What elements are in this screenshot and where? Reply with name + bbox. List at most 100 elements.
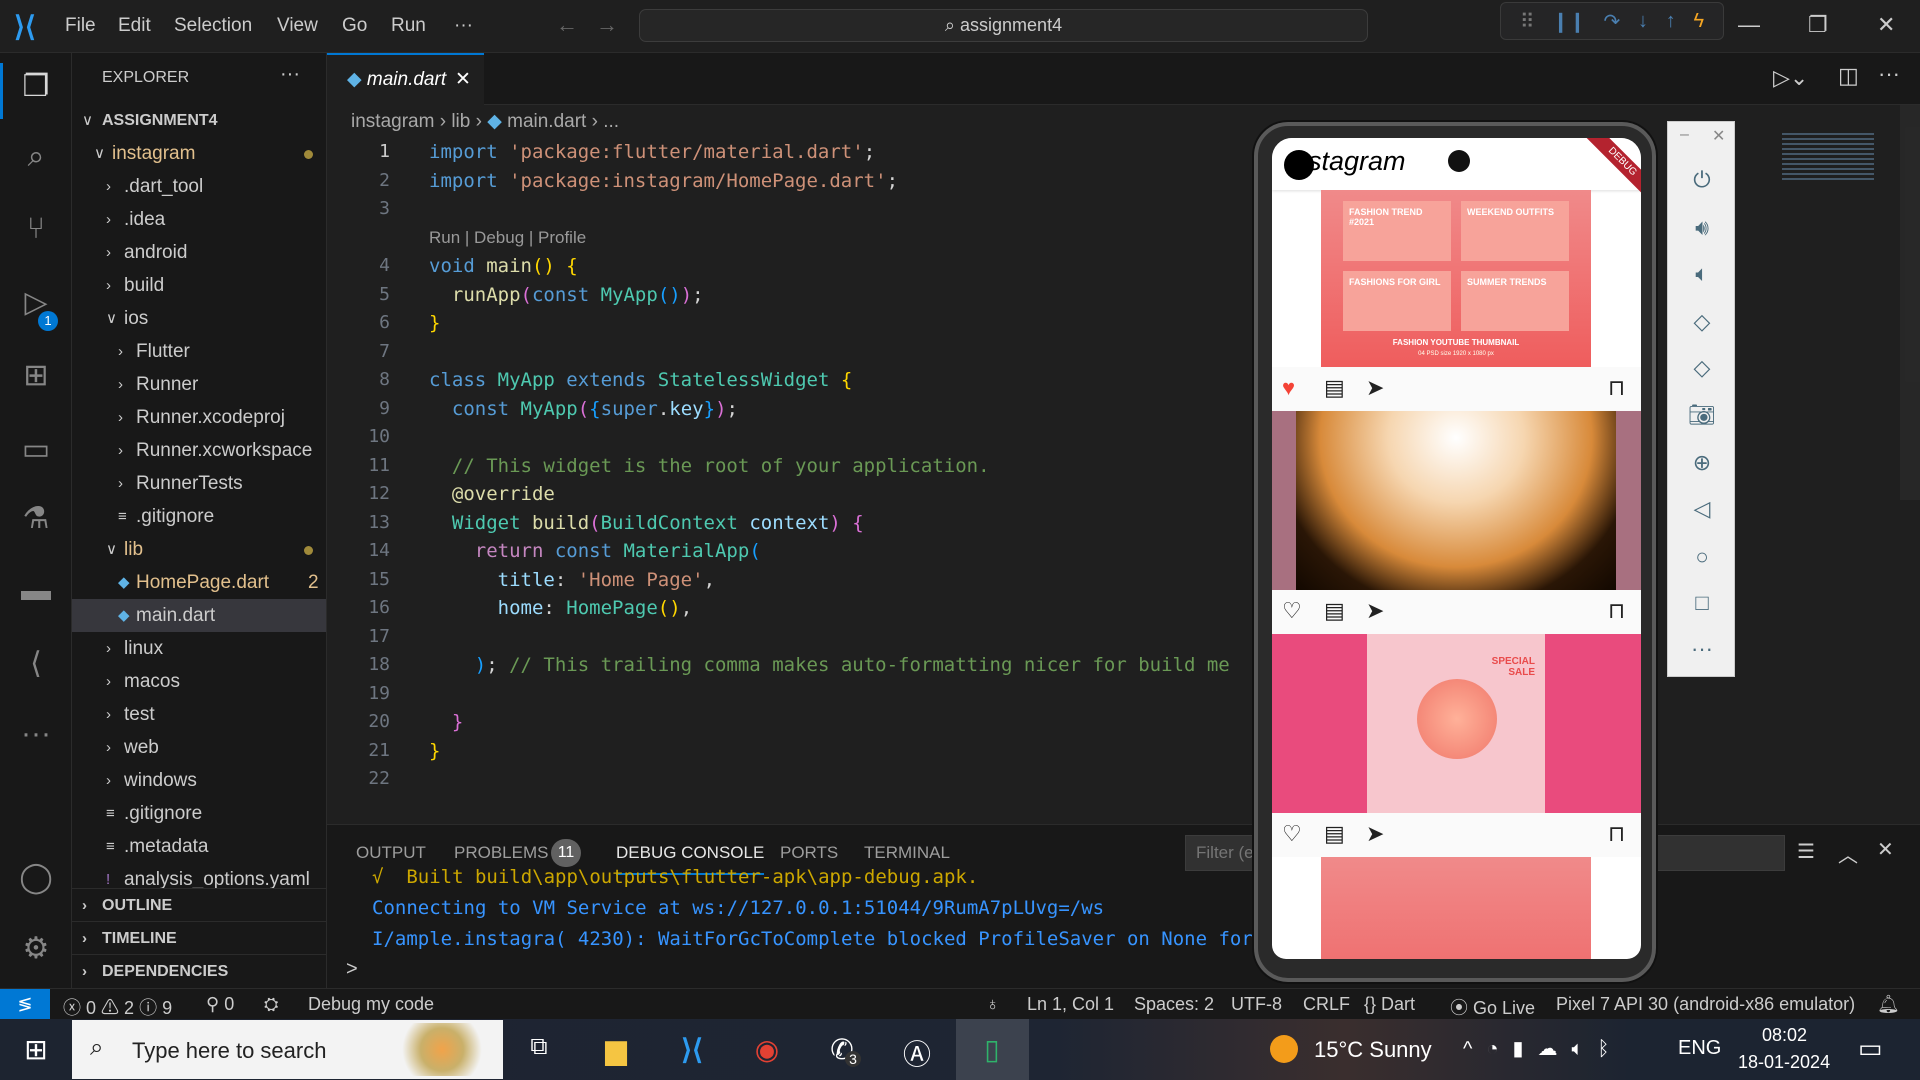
code-line[interactable]: runApp(const MyApp()); xyxy=(429,281,704,310)
post-image-fashion[interactable] xyxy=(1321,857,1591,959)
post-image-sale[interactable]: SPECIAL SALE xyxy=(1272,634,1641,813)
tree-item[interactable]: ≡ .gitignore xyxy=(72,500,326,533)
close-window-button[interactable]: ✕ xyxy=(1877,12,1895,38)
tree-item[interactable]: › windows xyxy=(72,764,326,797)
power-icon[interactable]: ⏻ xyxy=(1668,167,1736,193)
more-options-icon[interactable]: ··· xyxy=(1668,636,1736,662)
tree-item[interactable]: ◆ main.dart xyxy=(72,599,326,632)
editor-scrollbar[interactable] xyxy=(1900,105,1920,500)
tree-item[interactable]: › android xyxy=(72,236,326,269)
send-icon[interactable]: ➤ xyxy=(1366,821,1384,847)
tree-item[interactable]: ≡ .gitignore xyxy=(72,797,326,830)
notifications-bell-icon[interactable]: 🔔︎ xyxy=(1877,994,1900,1015)
flutter-icon[interactable]: ⟨ xyxy=(0,646,72,681)
file-explorer-icon[interactable]: ▆ xyxy=(591,1033,641,1066)
heart-outline-icon[interactable]: ♡ xyxy=(1282,821,1302,847)
tree-item[interactable]: › RunnerTests xyxy=(72,467,326,500)
emulator-taskbar-item[interactable]: ▯ xyxy=(956,1019,1029,1080)
language-indicator[interactable]: ENG xyxy=(1678,1037,1721,1060)
weather-text[interactable]: 15°C Sunny xyxy=(1314,1037,1432,1063)
drag-handle-icon[interactable]: ⠿ xyxy=(1520,9,1535,34)
codelens-run-debug-profile[interactable]: Run | Debug | Profile xyxy=(429,228,586,248)
section-outline[interactable]: › OUTLINE xyxy=(72,888,326,921)
cursor-position[interactable]: Ln 1, Col 1 xyxy=(1027,994,1114,1015)
tree-item[interactable]: › macos xyxy=(72,665,326,698)
code-line[interactable]: } xyxy=(429,737,440,766)
emulator-minimize-icon[interactable]: – xyxy=(1680,126,1689,144)
search-icon[interactable]: ⌕ xyxy=(0,140,72,174)
back-icon[interactable]: ◁ xyxy=(1668,496,1736,522)
zoom-icon[interactable]: ⊕ xyxy=(1668,450,1736,476)
remote-indicator-icon[interactable]: ≶ xyxy=(0,989,50,1019)
tree-item[interactable]: › .idea xyxy=(72,203,326,236)
volume-up-icon[interactable]: 🔊︎ xyxy=(1668,215,1736,241)
tree-item[interactable]: ∨ ios xyxy=(72,302,326,335)
heart-outline-icon[interactable]: ♡ xyxy=(1282,598,1302,624)
tree-item[interactable]: › Runner.xcworkspace xyxy=(72,434,326,467)
tree-item[interactable]: › linux xyxy=(72,632,326,665)
more-icon[interactable]: ··· xyxy=(0,717,72,751)
code-line[interactable]: class MyApp extends StatelessWidget { xyxy=(429,366,852,395)
remote-explorer-icon[interactable]: ▭ xyxy=(0,432,72,467)
breadcrumb-item[interactable]: instagram xyxy=(351,111,434,132)
system-tray-icons[interactable]: ^◔▮☁🔈︎ᛒ xyxy=(1463,1036,1623,1061)
volume-down-icon[interactable]: 🔈︎ xyxy=(1668,261,1736,287)
code-line[interactable]: void main() { xyxy=(429,252,578,281)
run-debug-dropdown-icon[interactable]: ▷⌄ xyxy=(1773,65,1808,91)
close-panel-icon[interactable]: ✕ xyxy=(1877,837,1894,862)
menu-selection[interactable]: Selection xyxy=(174,15,252,37)
menu-more[interactable]: ··· xyxy=(454,15,473,37)
tab-output[interactable]: OUTPUT xyxy=(356,843,426,863)
code-line[interactable]: } xyxy=(429,309,440,338)
tree-item[interactable]: ∨ lib xyxy=(72,533,326,566)
source-control-icon[interactable]: ⑂ xyxy=(0,212,72,246)
tree-item[interactable]: › test xyxy=(72,698,326,731)
menu-run[interactable]: Run xyxy=(391,15,426,37)
post-image-fashion[interactable]: FASHION TREND #2021 WEEKEND OUTFITS FASH… xyxy=(1321,190,1591,367)
pause-icon[interactable]: ❙❙ xyxy=(1552,9,1586,34)
emulator-close-icon[interactable]: ✕ xyxy=(1712,126,1725,146)
menu-go[interactable]: Go xyxy=(342,15,367,37)
folder-icon[interactable]: ▬ xyxy=(0,574,72,608)
send-icon[interactable]: ➤ xyxy=(1366,598,1384,624)
overview-icon[interactable]: □ xyxy=(1668,590,1736,616)
go-live-button[interactable]: ⦿ Go Live xyxy=(1450,994,1535,1020)
language-mode[interactable]: {} Dart xyxy=(1364,994,1415,1015)
explorer-more-button[interactable]: ··· xyxy=(280,63,300,86)
explorer-icon[interactable]: ❐ xyxy=(0,69,72,104)
tab-ports[interactable]: PORTS xyxy=(780,843,838,863)
bookmark-icon[interactable]: ⊓ xyxy=(1608,821,1625,847)
app-icon[interactable]: Ⓐ xyxy=(892,1033,942,1073)
bookmark-icon[interactable]: ⊓ xyxy=(1608,598,1625,624)
console-prompt[interactable]: > xyxy=(346,958,358,981)
clear-console-icon[interactable]: ☰ xyxy=(1797,839,1815,864)
tree-item[interactable]: › build xyxy=(72,269,326,302)
menu-file[interactable]: File xyxy=(65,15,96,37)
home-icon[interactable]: ○ xyxy=(1668,544,1736,570)
tree-item[interactable]: ≡ .metadata xyxy=(72,830,326,863)
device-selector[interactable]: Pixel 7 API 30 (android-x86 emulator) xyxy=(1556,994,1855,1015)
post-image-concert[interactable] xyxy=(1272,411,1641,590)
tree-item[interactable]: ◆ HomePage.dart 2 xyxy=(72,566,326,599)
ports-status[interactable]: ⚲ 0 xyxy=(206,994,234,1015)
code-line[interactable]: title: 'Home Page', xyxy=(429,566,715,595)
whatsapp-icon[interactable]: ✆ 3 xyxy=(817,1033,867,1067)
step-over-icon[interactable]: ↷ xyxy=(1604,9,1621,34)
breadcrumb-item[interactable]: ... xyxy=(603,111,619,132)
testing-icon[interactable]: ⚗ xyxy=(0,501,72,536)
problems-status[interactable]: ⓧ 0 ⚠ 2 ⓘ 9 xyxy=(63,994,172,1020)
step-into-icon[interactable]: ↓ xyxy=(1638,10,1648,33)
notification-center-icon[interactable]: ▭ xyxy=(1858,1033,1883,1064)
split-editor-icon[interactable]: ◫ xyxy=(1838,63,1859,89)
comment-icon[interactable]: ▤ xyxy=(1324,598,1345,624)
tree-item[interactable]: › Flutter xyxy=(72,335,326,368)
tree-item[interactable]: › web xyxy=(72,731,326,764)
minimap[interactable] xyxy=(1782,133,1874,183)
section-dependencies[interactable]: › DEPENDENCIES xyxy=(72,954,326,987)
tree-item[interactable]: › Runner.xcodeproj xyxy=(72,401,326,434)
windows-start-icon[interactable]: ⊞ xyxy=(11,1033,61,1066)
code-line[interactable]: @override xyxy=(429,480,555,509)
encoding[interactable]: UTF-8 xyxy=(1231,994,1282,1015)
send-icon[interactable]: ➤ xyxy=(1366,375,1384,401)
code-line[interactable]: home: HomePage(), xyxy=(429,594,693,623)
